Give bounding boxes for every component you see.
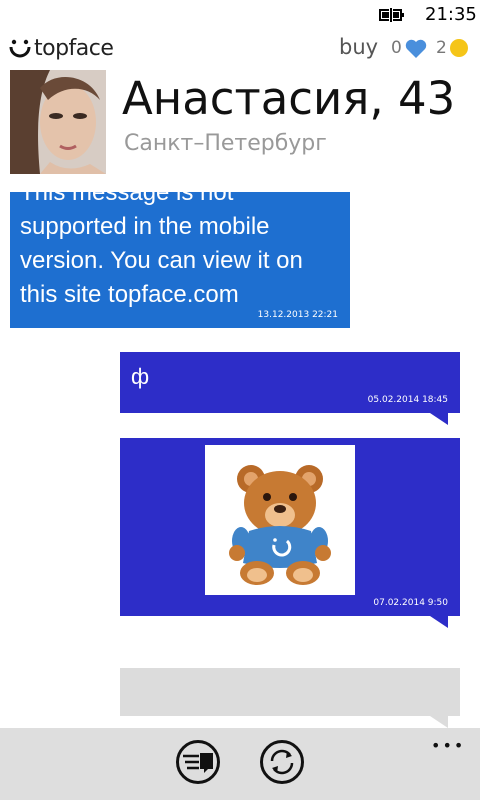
coin-icon — [450, 39, 468, 57]
message-timestamp: 13.12.2013 22:21 — [257, 310, 338, 320]
clock: 21:35 — [425, 4, 477, 25]
message-tail — [430, 616, 448, 628]
buy-link[interactable]: buy — [339, 35, 378, 59]
message-text-line: supported in the mobile — [20, 213, 270, 240]
message-timestamp: 07.02.2014 9:50 — [373, 598, 448, 608]
smile-logo-icon — [9, 39, 31, 58]
avatar[interactable] — [10, 70, 106, 174]
message-tail — [430, 716, 448, 728]
send-message-button[interactable] — [176, 740, 220, 784]
likes-count: 0 — [391, 38, 402, 58]
app-bar: ••• — [0, 728, 480, 800]
coins-count: 2 — [436, 38, 447, 58]
message-text-line: version. You can view it on — [20, 247, 303, 274]
topface-logo[interactable]: topface — [8, 34, 114, 62]
avatar-photo — [10, 70, 106, 174]
heart-icon — [405, 39, 427, 58]
message-text-line: This message is not — [20, 180, 234, 206]
profile-city: Санкт–Петербург — [124, 131, 327, 156]
message-timestamp: 05.02.2014 18:45 — [367, 395, 448, 405]
message-text: This message is not supported in the mob… — [20, 180, 345, 312]
message-outgoing-pending[interactable] — [120, 668, 460, 716]
message-outgoing[interactable]: ф 05.02.2014 18:45 — [120, 352, 460, 413]
chat-history[interactable]: This message is not supported in the mob… — [0, 180, 480, 728]
status-bar: 21:35 — [0, 0, 480, 30]
message-tail — [430, 413, 448, 425]
logo-text: topface — [34, 35, 114, 61]
more-menu-button[interactable]: ••• — [431, 736, 465, 755]
compose-message-icon — [183, 753, 213, 773]
profile-header: Анастасия, 43 Санкт–Петербург — [0, 70, 480, 180]
sticker-frame — [205, 445, 355, 595]
refresh-icon — [270, 749, 294, 775]
profile-name[interactable]: Анастасия, 43 — [122, 72, 455, 125]
refresh-button[interactable] — [260, 740, 304, 784]
message-outgoing-sticker[interactable]: 07.02.2014 9:50 — [120, 438, 460, 616]
app-header: topface buy 0 2 — [0, 30, 480, 66]
teddy-bear-sticker — [229, 465, 331, 585]
message-text: ф — [131, 364, 150, 389]
message-text-line: this site topface.com — [20, 281, 239, 308]
message-incoming[interactable]: This message is not supported in the mob… — [10, 180, 350, 328]
battery-charging-icon — [379, 8, 404, 22]
